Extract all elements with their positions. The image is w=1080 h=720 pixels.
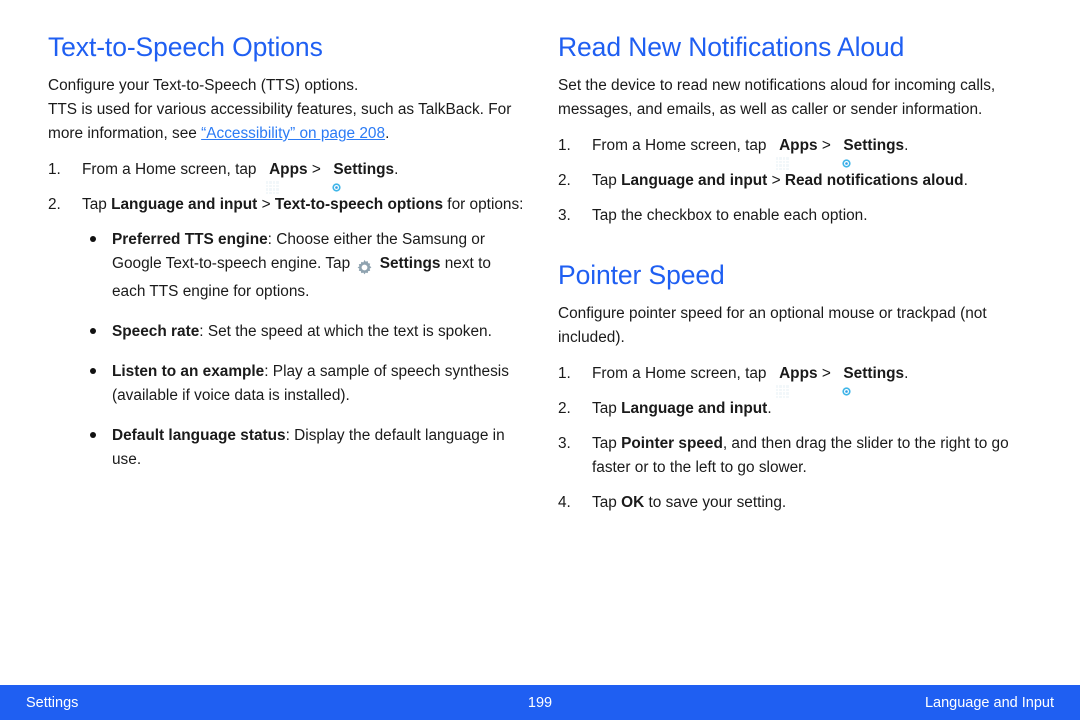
tts-step-2: 2. Tap Language and input > Text-to-spee… [48,193,528,472]
step-number: 3. [558,207,571,224]
step-text-pre: From a Home screen, tap [592,137,771,154]
step-number: 2. [558,400,571,417]
manual-page: Text-to-Speech Options Configure your Te… [0,0,1080,720]
page-title-read-notifications: Read New Notifications Aloud [558,32,905,62]
step-bold-2: Text-to-speech options [274,196,444,213]
bullet-speech-rate: Speech rate: Set the speed at which the … [82,320,528,344]
pointer-speed-step-1: 1. From a Home screen, tap Apps > Settin… [558,362,1038,398]
tts-options-bullets: Preferred TTS engine: Choose either the … [82,228,528,472]
read-notifications-step-3: 3. Tap the checkbox to enable each optio… [558,204,1038,228]
bullet-dot-icon [90,368,96,374]
tts-intro-paragraph: Configure your Text-to-Speech (TTS) opti… [48,74,528,146]
page-title-pointer-speed: Pointer Speed [558,260,725,290]
bullet-preferred-tts-engine: Preferred TTS engine: Choose either the … [82,228,528,304]
apps-label: Apps [779,365,818,382]
step-bold-1: Pointer speed [621,435,723,452]
step-number: 2. [558,172,571,189]
step-separator: > [767,172,785,189]
step-text-post: . [767,400,772,417]
bullet-term: Listen to an example [112,363,265,380]
step-bold-1: OK [621,494,645,511]
step-number: 3. [558,435,571,452]
step-number: 1. [558,137,571,154]
step-text-pre: Tap [592,400,622,417]
tts-step-1: 1. From a Home screen, tap Apps > Settin… [48,158,528,194]
settings-label: Settings [843,365,905,382]
gear-icon[interactable] [356,256,373,280]
pointer-speed-step-2: 2. Tap Language and input. [558,397,1038,421]
bullet-gear-label: Settings [379,255,441,272]
step-text-post: for options: [443,196,524,213]
step-text-pre: From a Home screen, tap [82,161,261,178]
footer-chapter-label: Language and Input [924,694,1054,711]
tts-intro-line2-post: . [385,125,390,142]
page-footer-bar: Settings 199 Language and Input [0,685,1080,720]
step-text-pre: Tap the checkbox to enable each option. [592,207,868,224]
step-bold-1: Language and input [621,172,768,189]
read-notifications-step-2: 2. Tap Language and input > Read notific… [558,169,1038,193]
tts-intro-line1: Configure your Text-to-Speech (TTS) opti… [48,77,359,94]
pointer-speed-steps-list: 1. From a Home screen, tap Apps > Settin… [558,362,1038,515]
bullet-listen-to-an-example: Listen to an example: Play a sample of s… [82,360,528,408]
bullet-term: Preferred TTS engine [112,231,268,248]
step-text-post: to save your setting. [644,494,787,511]
step-separator: > [817,137,836,154]
bullet-dot-icon [90,236,96,242]
step-text-post: . [904,137,909,154]
step-separator: > [817,365,836,382]
bullet-term: Speech rate [112,323,200,340]
step-text-pre: Tap [592,494,622,511]
step-text-pre: Tap [592,172,622,189]
step-text-pre: Tap [82,196,112,213]
read-notifications-steps-list: 1. From a Home screen, tap Apps > Settin… [558,134,1038,228]
footer-section-label: Settings [26,694,79,711]
apps-label: Apps [779,137,818,154]
right-column: Read New Notifications Aloud Set the dev… [558,30,1038,526]
step-bold-1: Language and input [621,400,768,417]
accessibility-page-link[interactable]: “Accessibility” on page 208 [201,125,385,142]
bullet-dot-icon [90,432,96,438]
page-title-text-to-speech: Text-to-Speech Options [48,32,323,62]
read-notifications-intro: Set the device to read new notifications… [558,77,996,118]
step-bold-1: Language and input [111,196,258,213]
bullet-default-language-status: Default language status: Display the def… [82,424,528,472]
step-separator: > [307,161,326,178]
step-bold-2: Read notifications aloud [784,172,964,189]
step-text-post: . [394,161,399,178]
read-notifications-step-1: 1. From a Home screen, tap Apps > Settin… [558,134,1038,170]
left-column: Text-to-Speech Options Configure your Te… [48,30,528,488]
step-number: 1. [48,161,61,178]
pointer-speed-step-3: 3. Tap Pointer speed, and then drag the … [558,432,1038,480]
step-number: 2. [48,196,61,213]
bullet-term: Default language status [112,427,286,444]
footer-page-number: 199 [527,694,553,711]
bullet-dot-icon [90,328,96,334]
tts-steps-list: 1. From a Home screen, tap Apps > Settin… [48,158,528,472]
step-number: 4. [558,494,571,511]
step-text-post: . [963,172,968,189]
apps-label: Apps [269,161,308,178]
bullet-text-a: : Set the speed at which the text is spo… [199,323,492,340]
step-number: 1. [558,365,571,382]
step-separator: > [257,196,275,213]
pointer-speed-step-4: 4. Tap OK to save your setting. [558,491,1038,515]
pointer-speed-intro: Configure pointer speed for an optional … [558,305,987,346]
step-text-pre: Tap [592,435,622,452]
settings-label: Settings [843,137,905,154]
settings-label: Settings [333,161,395,178]
step-text-pre: From a Home screen, tap [592,365,771,382]
step-text-post: . [904,365,909,382]
